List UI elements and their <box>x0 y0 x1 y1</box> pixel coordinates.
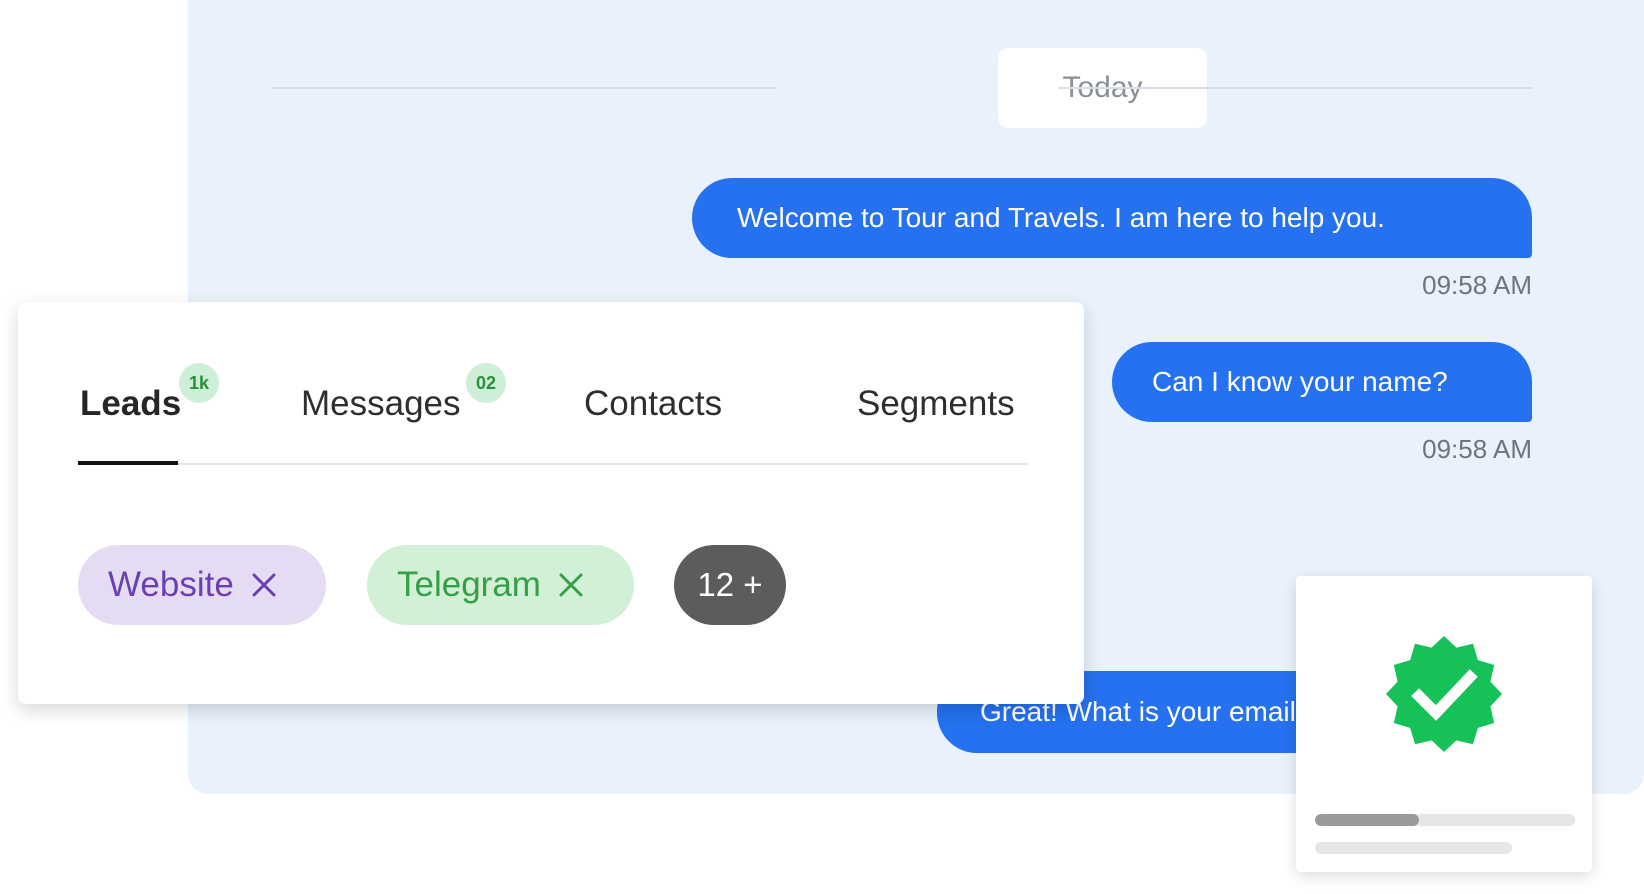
active-tab-indicator <box>78 461 178 465</box>
filter-chip-telegram: Telegram <box>367 545 634 625</box>
progress-fill <box>1315 814 1419 826</box>
close-icon[interactable] <box>250 571 278 599</box>
leads-panel: Leads 1k Messages 02 Contacts Segments W… <box>18 302 1084 704</box>
tab-badge: 02 <box>466 363 506 403</box>
message-bubble: Can I know your name? <box>1112 342 1532 422</box>
verification-card <box>1296 576 1592 872</box>
message-timestamp: 09:58 AM <box>1422 434 1532 464</box>
tab-label: Contacts <box>584 384 723 423</box>
more-label: 12 + <box>697 566 763 603</box>
progress-bar <box>1315 814 1575 826</box>
tab-messages[interactable]: Messages <box>301 384 461 424</box>
tab-leads[interactable]: Leads <box>80 384 181 424</box>
tab-label: Leads <box>80 384 182 423</box>
tabs-divider <box>78 463 1028 465</box>
tab-badge: 1k <box>179 363 219 403</box>
tab-contacts[interactable]: Contacts <box>584 384 722 424</box>
chip-label: Website <box>108 565 234 604</box>
tab-segments[interactable]: Segments <box>857 384 1015 424</box>
date-divider-left <box>272 87 776 89</box>
message-bubble: Welcome to Tour and Travels. I am here t… <box>692 178 1532 258</box>
chip-label: Telegram <box>397 565 541 604</box>
more-filters-button[interactable]: 12 + <box>674 545 786 625</box>
placeholder-bar <box>1315 842 1512 854</box>
tab-label: Messages <box>301 384 461 423</box>
verified-badge-icon <box>1384 634 1504 754</box>
date-divider-right <box>1058 87 1532 89</box>
close-icon[interactable] <box>557 571 585 599</box>
tab-label: Segments <box>857 384 1015 423</box>
message-timestamp: 09:58 AM <box>1422 270 1532 300</box>
filter-chip-website: Website <box>78 545 326 625</box>
